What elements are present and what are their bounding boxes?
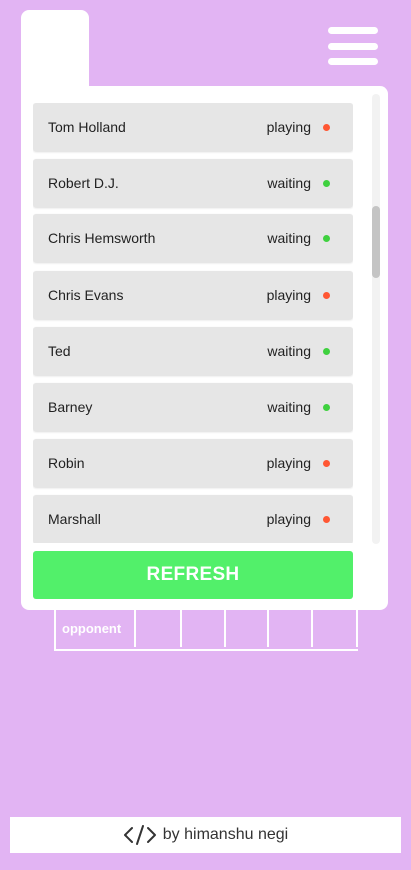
board-cell[interactable] bbox=[182, 610, 226, 647]
player-row[interactable]: Robin playing bbox=[33, 439, 353, 487]
player-name: Tom Holland bbox=[48, 119, 126, 135]
player-status: waiting bbox=[267, 175, 311, 191]
player-status: playing bbox=[266, 287, 311, 303]
menu-bar bbox=[328, 27, 378, 34]
player-row[interactable]: Marshall playing bbox=[33, 495, 353, 543]
player-name: Chris Evans bbox=[48, 287, 124, 303]
scrollbar-thumb[interactable] bbox=[372, 206, 380, 278]
status-dot-icon bbox=[323, 235, 330, 242]
footer-credit[interactable]: by himanshu negi bbox=[10, 817, 401, 853]
opponent-label: opponent bbox=[56, 610, 136, 647]
player-status: waiting bbox=[267, 230, 311, 246]
refresh-button[interactable]: REFRESH bbox=[33, 551, 353, 599]
opponent-board: opponent bbox=[54, 610, 358, 651]
player-row[interactable]: Robert D.J. waiting bbox=[33, 159, 353, 207]
player-name: Ted bbox=[48, 343, 71, 359]
player-row[interactable]: Tom Holland playing bbox=[33, 103, 353, 151]
player-row[interactable]: Chris Hemsworth waiting bbox=[33, 214, 353, 262]
status-dot-icon bbox=[323, 180, 330, 187]
status-dot-icon bbox=[323, 516, 330, 523]
footer-text: by himanshu negi bbox=[162, 826, 289, 843]
player-name: Barney bbox=[48, 399, 93, 415]
status-dot-icon bbox=[323, 292, 330, 299]
player-row[interactable]: Barney waiting bbox=[33, 383, 353, 431]
status-dot-icon bbox=[323, 348, 330, 355]
board-cell[interactable] bbox=[269, 610, 313, 647]
player-status: playing bbox=[266, 511, 311, 527]
board-cell[interactable] bbox=[226, 610, 269, 647]
scrollbar[interactable] bbox=[372, 94, 380, 544]
player-name: Chris Hemsworth bbox=[48, 230, 156, 246]
menu-bar bbox=[328, 58, 378, 65]
player-list[interactable]: Tom Holland playing Robert D.J. waiting Chri… bbox=[33, 103, 353, 543]
player-row[interactable]: Chris Evans playing bbox=[33, 271, 353, 319]
status-dot-icon bbox=[323, 404, 330, 411]
status-dot-icon bbox=[323, 124, 330, 131]
player-status: playing bbox=[266, 455, 311, 471]
status-dot-icon bbox=[323, 460, 330, 467]
player-name: Robin bbox=[48, 455, 85, 471]
player-status: playing bbox=[266, 119, 311, 135]
code-icon bbox=[123, 824, 157, 846]
board-cell[interactable] bbox=[136, 610, 182, 647]
board-cell[interactable] bbox=[313, 610, 358, 647]
player-status: waiting bbox=[267, 343, 311, 359]
player-name: Robert D.J. bbox=[48, 175, 119, 191]
player-status: waiting bbox=[267, 399, 311, 415]
player-panel: Tom Holland playing Robert D.J. waiting Chri… bbox=[21, 86, 388, 610]
player-name: Marshall bbox=[48, 511, 101, 527]
menu-bar bbox=[328, 42, 378, 50]
hamburger-menu-icon[interactable] bbox=[328, 27, 378, 65]
player-row[interactable]: Ted waiting bbox=[33, 327, 353, 375]
